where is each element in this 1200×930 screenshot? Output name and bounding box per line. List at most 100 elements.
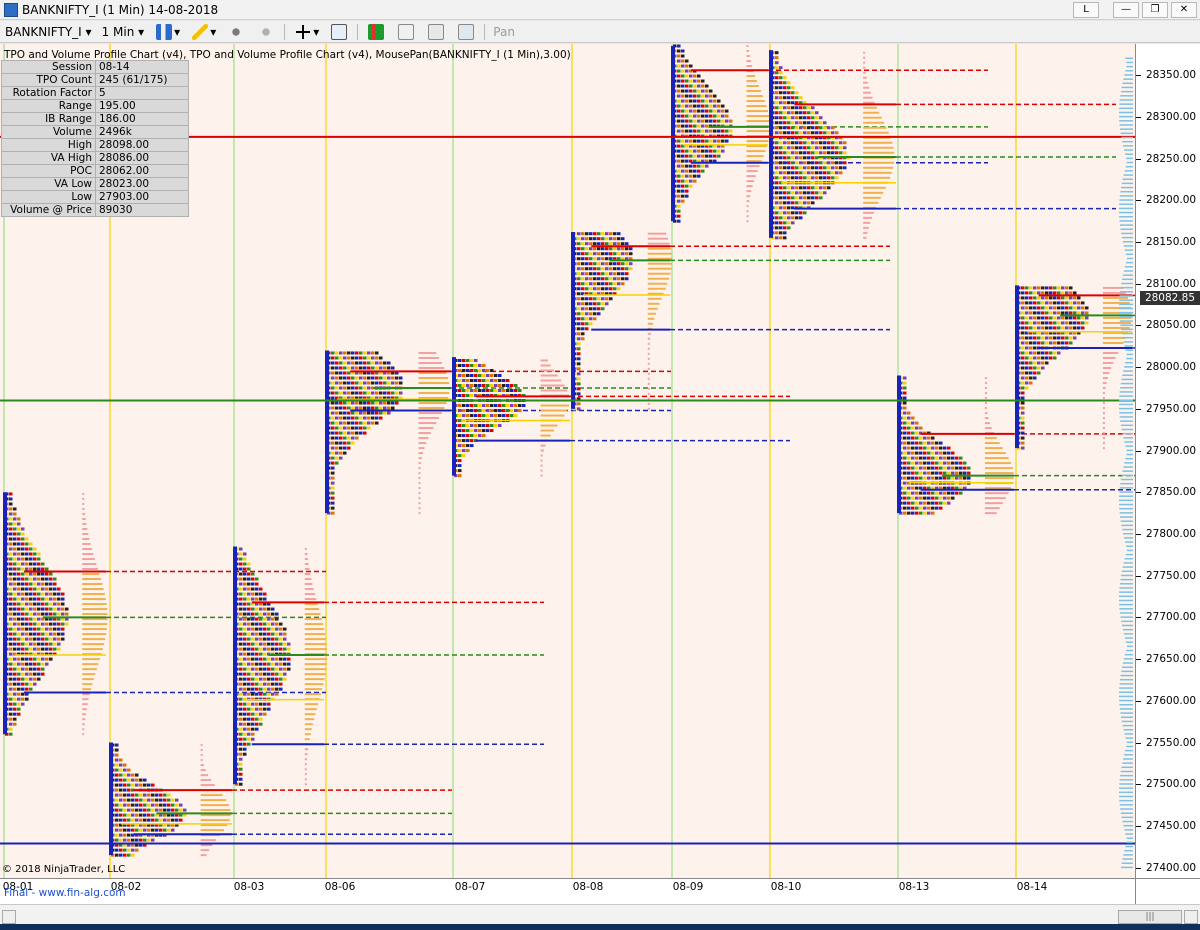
tpo-block bbox=[474, 368, 478, 372]
tpo-block bbox=[931, 476, 935, 480]
tpo-block bbox=[1025, 301, 1029, 305]
tpo-block bbox=[17, 707, 21, 711]
tpo-block bbox=[21, 687, 25, 691]
tpo-block bbox=[585, 257, 589, 261]
volume-bar bbox=[418, 427, 434, 430]
tpo-block bbox=[709, 129, 713, 133]
tpo-block bbox=[577, 372, 581, 376]
composite-volume-bar bbox=[1125, 649, 1133, 652]
bar-type-button[interactable]: ▾ bbox=[149, 22, 185, 42]
draw-tools-button[interactable] bbox=[221, 22, 251, 42]
tpo-block bbox=[29, 562, 33, 566]
tpo-block bbox=[795, 196, 799, 200]
tpo-block bbox=[589, 267, 593, 271]
interval-selector[interactable]: 1 Min ▾ bbox=[97, 22, 150, 42]
tpo-block bbox=[251, 722, 255, 726]
tpo-block bbox=[339, 411, 343, 415]
tpo-block bbox=[823, 176, 827, 180]
scroll-left-arrow[interactable] bbox=[2, 910, 16, 924]
volume-bar bbox=[1102, 321, 1131, 324]
volume-bar bbox=[540, 469, 543, 472]
price-axis[interactable]: 28082.85 28350.00 28300.00 28250.00 28200.0… bbox=[1135, 44, 1200, 878]
restore-button[interactable]: ❐ bbox=[1142, 1, 1168, 18]
tpo-block bbox=[247, 667, 251, 671]
tpo-block bbox=[955, 476, 959, 480]
tpo-block bbox=[359, 426, 363, 430]
instrument-selector[interactable]: BANKNIFTY_I ▾ bbox=[0, 22, 97, 42]
tpo-block bbox=[951, 496, 955, 500]
crosshair-button[interactable]: ▾ bbox=[288, 22, 324, 42]
tpo-block bbox=[470, 368, 474, 372]
tpo-block bbox=[919, 476, 923, 480]
tpo-block bbox=[585, 232, 589, 236]
volume-bar bbox=[304, 713, 316, 716]
properties-button[interactable] bbox=[451, 22, 481, 42]
tpo-block bbox=[775, 126, 779, 130]
hide-draw-button[interactable] bbox=[251, 22, 281, 42]
tpo-block bbox=[605, 282, 609, 286]
scroll-thumb[interactable]: ||| bbox=[1118, 910, 1182, 924]
tpo-block bbox=[243, 727, 247, 731]
tpo-block bbox=[462, 373, 466, 377]
tpo-block bbox=[37, 642, 41, 646]
zoom-button[interactable] bbox=[324, 22, 354, 42]
composite-volume-bar bbox=[1119, 595, 1133, 598]
tpo-block bbox=[1021, 436, 1025, 440]
volume-bar bbox=[418, 382, 450, 385]
tpo-block bbox=[13, 687, 17, 691]
tpo-block bbox=[29, 547, 33, 551]
tpo-block bbox=[335, 441, 339, 445]
tpo-block bbox=[518, 409, 522, 413]
tpo-block bbox=[359, 386, 363, 390]
composite-volume-bar bbox=[1119, 804, 1133, 806]
tpo-block bbox=[1045, 321, 1049, 325]
tpo-block bbox=[263, 642, 267, 646]
tpo-block bbox=[677, 189, 681, 193]
tpo-block bbox=[57, 627, 61, 631]
tpo-block bbox=[13, 542, 17, 546]
tpo-block bbox=[685, 79, 689, 83]
minimize-button[interactable]: — bbox=[1113, 1, 1139, 18]
tpo-block bbox=[1085, 306, 1089, 310]
close-button[interactable]: ✕ bbox=[1171, 1, 1197, 18]
pencil-button[interactable]: ▾ bbox=[185, 22, 221, 42]
tpo-block bbox=[775, 86, 779, 90]
tpo-block bbox=[239, 582, 243, 586]
tpo-block bbox=[263, 707, 267, 711]
composite-volume-bar bbox=[1119, 303, 1133, 306]
price-tick-mark bbox=[1136, 492, 1141, 494]
composite-volume-bar bbox=[1119, 220, 1133, 222]
tpo-block bbox=[577, 252, 581, 256]
time-axis[interactable]: 08-01 08-02 08-03 08-06 08-07 08-08 08-09 08-10… bbox=[0, 878, 1135, 904]
scroll-right-arrow[interactable] bbox=[1184, 910, 1198, 924]
chart-trader-button[interactable] bbox=[421, 22, 451, 42]
footer-link[interactable]: Final - www.fin-alg.com bbox=[4, 887, 126, 899]
composite-volume-bar bbox=[1123, 245, 1133, 247]
tpo-block bbox=[927, 451, 931, 455]
tpo-block bbox=[911, 446, 915, 450]
layout-button[interactable]: L bbox=[1073, 1, 1099, 18]
indicators-button[interactable] bbox=[361, 22, 391, 42]
tpo-block bbox=[681, 79, 685, 83]
tpo-block bbox=[911, 476, 915, 480]
composite-volume-bar bbox=[1125, 57, 1133, 60]
volume-bar bbox=[82, 548, 92, 551]
volume-bar bbox=[647, 237, 669, 240]
tpo-block bbox=[251, 667, 255, 671]
tpo-block bbox=[1025, 311, 1029, 315]
volume-bar bbox=[200, 804, 229, 807]
tpo-block bbox=[263, 592, 267, 596]
tpo-block bbox=[819, 146, 823, 150]
strategies-button[interactable] bbox=[391, 22, 421, 42]
session-date-label: 08-14 bbox=[1016, 881, 1048, 893]
chart-canvas[interactable]: TPO and Volume Profile Chart (v4), TPO a… bbox=[0, 44, 1135, 878]
pan-button[interactable]: Pan bbox=[488, 22, 520, 42]
volume-bar bbox=[746, 155, 764, 158]
tpo-block bbox=[123, 793, 127, 797]
tpo-block bbox=[21, 637, 25, 641]
volume-bar bbox=[746, 105, 767, 108]
tpo-block bbox=[17, 612, 21, 616]
tpo-block bbox=[251, 627, 255, 631]
volume-bar bbox=[82, 648, 103, 651]
tpo-block bbox=[779, 121, 783, 125]
